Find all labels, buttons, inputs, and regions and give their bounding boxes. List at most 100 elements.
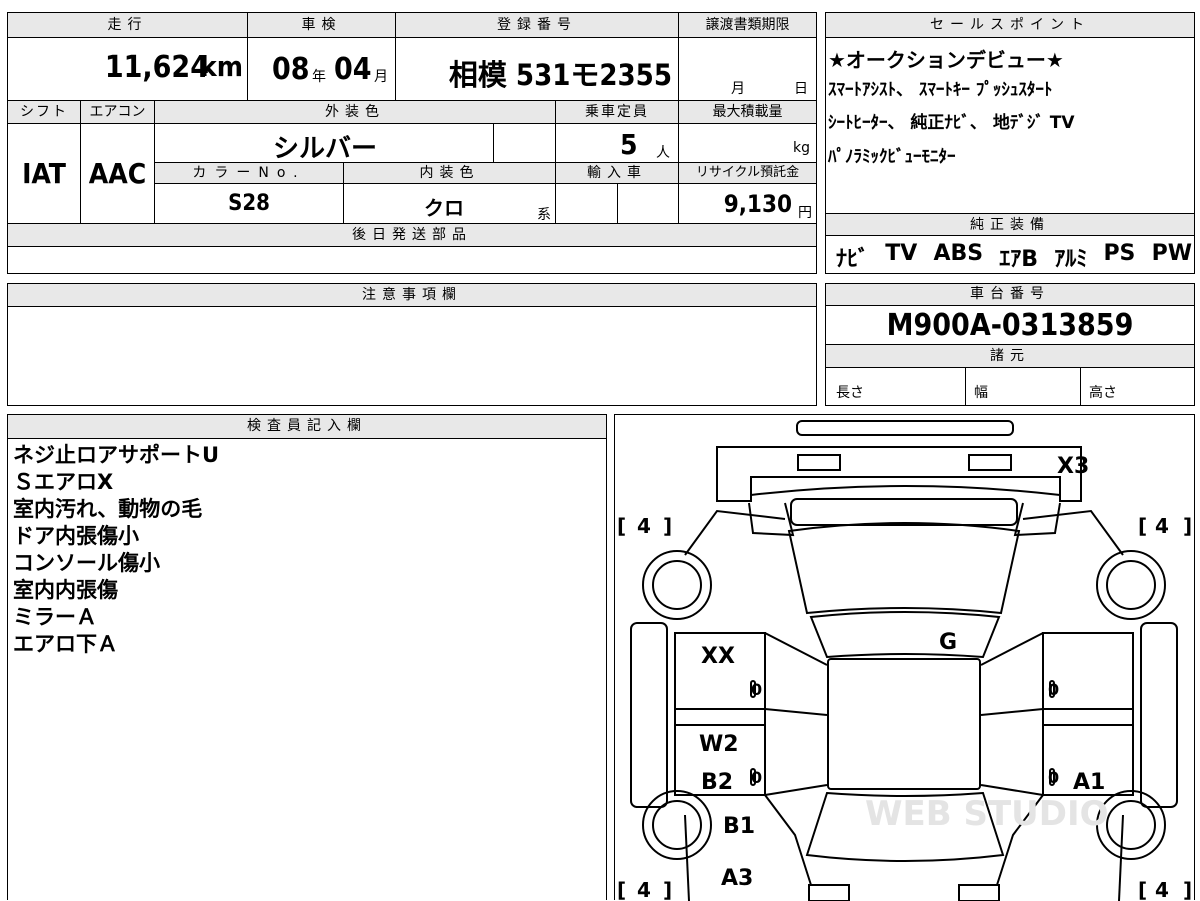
damage-diagram-box: [ 4 ] [ 4 ] [ 4 ] [ 4 ] X3 G XX W2 B2 B1… (614, 414, 1195, 901)
mark-xx: XX (701, 644, 735, 669)
width-label: 幅 (974, 385, 988, 401)
zero-mark: 0 (1048, 768, 1059, 787)
tire-bracket: [ (617, 878, 626, 901)
registration-value: 相模 531モ2355 (448, 58, 672, 92)
transfer-cell: 月 日 (678, 37, 817, 101)
inspection-month: 04 (334, 52, 372, 87)
zero-marks: 0 0 0 0 (751, 680, 1059, 787)
inspector-box: 検査員記入欄 ネジ止ロアサポートU ＳエアロX 室内汚れ、動物の毛 ドア内張傷小… (7, 414, 607, 900)
mark-x3: X3 (1057, 454, 1089, 479)
inspector-note: コンソール傷小 (13, 551, 160, 575)
equipment-header: 純正装備 (826, 213, 1194, 236)
color-no-header: カラーNo. (154, 162, 344, 184)
import-cell-b (617, 183, 679, 224)
inspector-note: ネジ止ロアサポートU (13, 443, 220, 467)
tire-bracket: ] (663, 514, 672, 538)
color-no-value: S28 (154, 183, 344, 224)
interior-suffix: 系 (537, 207, 551, 223)
tire-rr-value: 4 (1155, 878, 1169, 901)
chassis-number: M900A-0313859 (886, 307, 1134, 343)
tire-fr-value: 4 (1155, 514, 1169, 538)
max-load-header: 最大積載量 (678, 100, 817, 124)
mark-g: G (939, 630, 957, 655)
capacity-header: 乗車定員 (555, 100, 679, 124)
sales-point-line: ★オークションデビュー★ (828, 48, 1064, 72)
max-load-unit: kg (793, 140, 810, 156)
sales-points-list: ★オークションデビュー★ ｽﾏｰﾄｱｼｽﾄ、 ｽﾏｰﾄｷｰ ﾌﾟｯｼｭｽﾀｰﾄ … (828, 45, 1192, 174)
car-damage-diagram: [ 4 ] [ 4 ] [ 4 ] [ 4 ] X3 G XX W2 B2 B1… (617, 420, 1192, 901)
transfer-month-unit: 月 (731, 81, 745, 97)
inspector-note: ミラーＡ (13, 605, 97, 629)
zero-mark: 0 (1048, 680, 1059, 699)
capacity-value: 5 (620, 128, 638, 161)
month-unit: 月 (374, 69, 388, 85)
inspection-header: 車検 (247, 12, 396, 38)
import-header: 輸入車 (555, 162, 679, 184)
mileage-header: 走行 (7, 12, 248, 38)
ac-value: AAC (80, 123, 155, 224)
exterior-color-cell: シルバー (154, 123, 494, 164)
mileage-unit: km (200, 50, 243, 83)
capacity-unit: 人 (656, 145, 670, 161)
recycle-header: リサイクル預託金 (678, 162, 817, 184)
inspector-notes: ネジ止ロアサポートU ＳエアロX 室内汚れ、動物の毛 ドア内張傷小 コンソール傷… (13, 442, 219, 658)
max-load-cell: kg (678, 123, 817, 163)
sales-point-line: ｼｰﾄﾋｰﾀｰ、 純正ﾅﾋﾞ、 地ﾃﾞｼﾞ TV (828, 113, 1075, 133)
sales-point-line: ﾊﾟﾉﾗﾐｯｸﾋﾞｭｰﾓﾆﾀｰ (828, 147, 956, 167)
tire-fl-value: 4 (637, 514, 651, 538)
transfer-header: 譲渡書類期限 (678, 12, 817, 38)
tire-bracket: ] (1183, 878, 1192, 901)
exterior-color-value: シルバー (273, 134, 378, 164)
mark-a3: A3 (721, 866, 753, 891)
tire-rl-value: 4 (637, 878, 651, 901)
tire-bracket: ] (663, 878, 672, 901)
later-parts-cell (7, 246, 817, 274)
equipment-item: ｴｱB (999, 247, 1039, 272)
sales-points-box: セールスポイント ★オークションデビュー★ ｽﾏｰﾄｱｼｽﾄ、 ｽﾏｰﾄｷｰ ﾌ… (825, 12, 1195, 274)
inspector-note: 室内汚れ、動物の毛 (13, 497, 203, 521)
height-label: 高さ (1089, 385, 1117, 401)
spec-divider (1080, 368, 1081, 406)
sales-point-line: ｽﾏｰﾄｱｼｽﾄ、 ｽﾏｰﾄｷｰ ﾌﾟｯｼｭｽﾀｰﾄ (828, 80, 1053, 100)
equipment-item: TV (885, 241, 918, 266)
equipment-item: ABS (933, 241, 984, 266)
inspector-note: エアロ下Ａ (13, 632, 118, 656)
interior-color-value: クロ (424, 196, 464, 220)
tire-bracket: [ (1138, 878, 1147, 901)
notes-header: 注意事項欄 (8, 284, 816, 307)
recycle-value: 9,130 (723, 190, 792, 218)
exterior-color-header: 外装色 (154, 100, 556, 124)
capacity-cell: 5 人 (555, 123, 679, 163)
recycle-cell: 9,130 円 (678, 183, 817, 224)
ac-header: エアコン (80, 100, 155, 124)
equipment-item: ﾅﾋﾞ (836, 247, 870, 272)
shift-header: シフト (7, 100, 81, 124)
mark-b1: B1 (723, 814, 755, 839)
specs-header: 諸元 (826, 344, 1194, 368)
tire-bracket: [ (617, 514, 626, 538)
tire-labels: [ 4 ] [ 4 ] [ 4 ] [ 4 ] (617, 514, 1192, 901)
equipment-list: ﾅﾋﾞ TV ABS ｴｱB ｱﾙﾐ PS PW (836, 241, 1192, 273)
exterior-color-extra (493, 123, 556, 163)
zero-mark: 0 (751, 768, 762, 787)
import-cell-a (555, 183, 618, 224)
sales-points-header: セールスポイント (826, 13, 1194, 38)
year-unit: 年 (312, 69, 326, 85)
chassis-box: 車台番号 M900A-0313859 諸元 長さ 幅 高さ (825, 283, 1195, 406)
length-label: 長さ (836, 385, 864, 401)
inspection-year: 08 (272, 52, 310, 87)
inspector-note: ＳエアロX (13, 470, 114, 494)
later-parts-header: 後日発送部品 (7, 223, 817, 247)
equipment-item: PS (1103, 241, 1136, 266)
interior-color-header: 内装色 (343, 162, 556, 184)
mileage-cell: 11,624 km (7, 37, 248, 101)
equipment-item: ｱﾙﾐ (1054, 247, 1088, 272)
shift-value: IAT (7, 123, 81, 224)
inspector-note: 室内内張傷 (13, 578, 118, 602)
registration-cell: 相模 531モ2355 (395, 37, 679, 101)
equipment-item: PW (1151, 241, 1192, 266)
zero-mark: 0 (751, 680, 762, 699)
chassis-header: 車台番号 (826, 284, 1194, 306)
mark-b2: B2 (701, 770, 733, 795)
mileage-value: 11,624 (104, 50, 209, 85)
